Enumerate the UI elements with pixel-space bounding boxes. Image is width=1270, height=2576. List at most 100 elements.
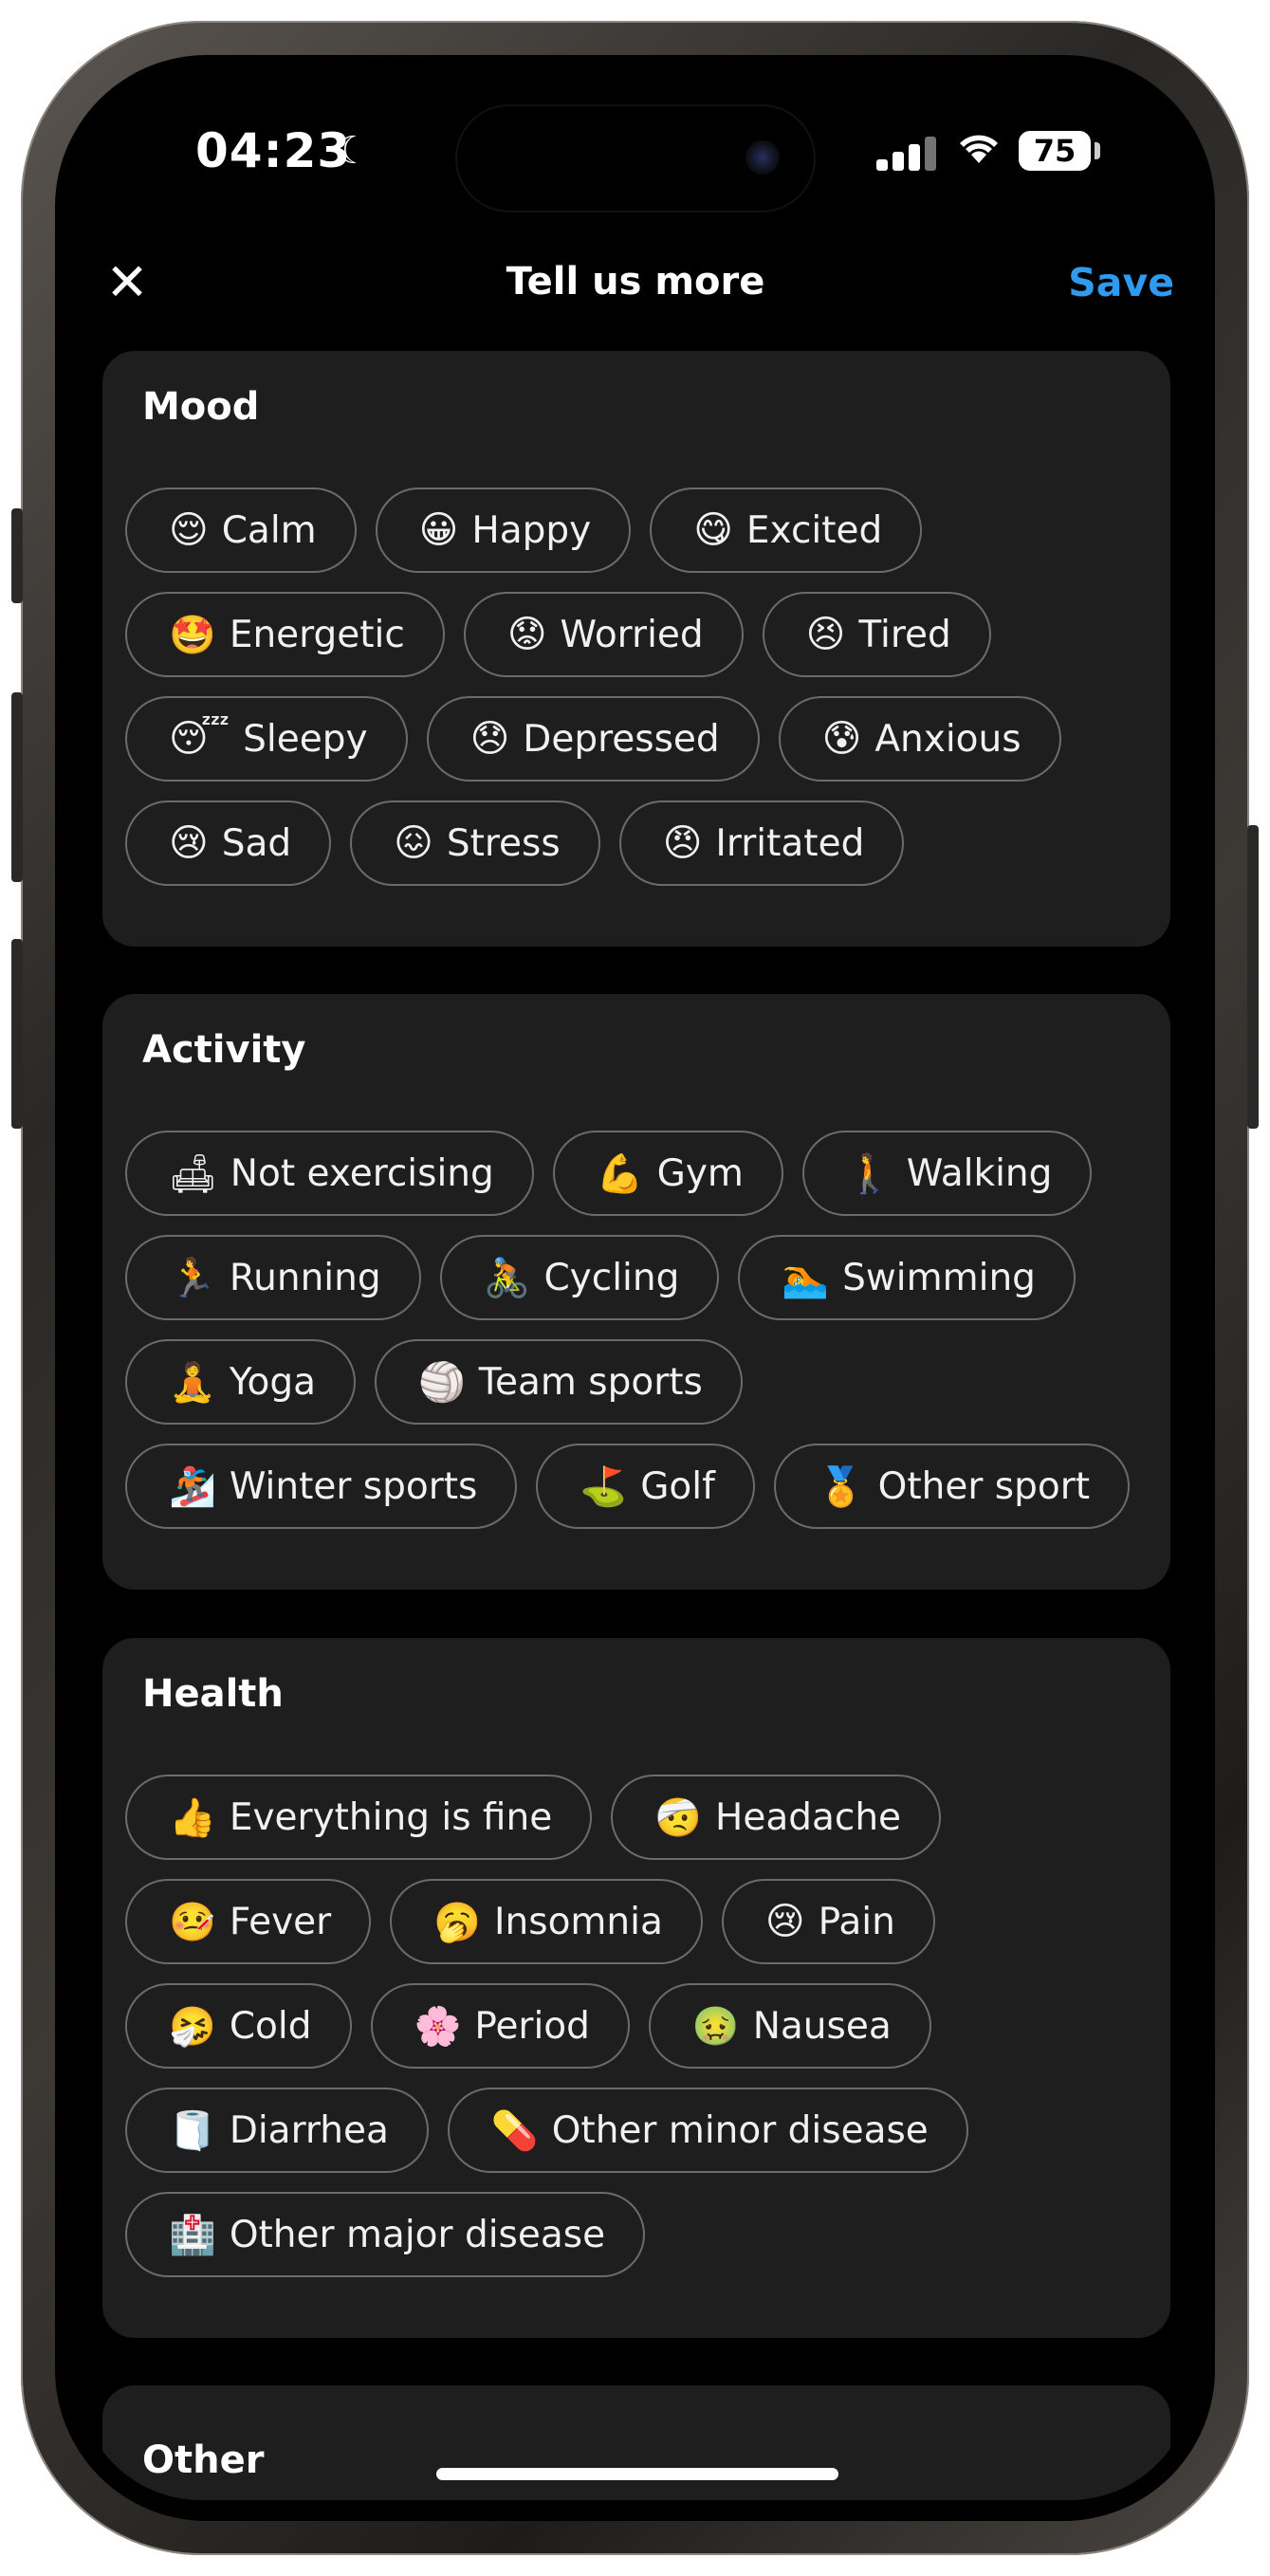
chip-winter-sports[interactable]: 🏂 Winter sports (125, 1444, 518, 1529)
emoji-icon: 🚴 (483, 1256, 531, 1300)
cellular-signal-icon (876, 137, 937, 171)
chip-label: Nausea (752, 2004, 892, 2048)
chip-golf[interactable]: ⛳ Golf (536, 1444, 755, 1529)
emoji-icon: 😣 (805, 613, 846, 656)
chip-other-sport[interactable]: 🏅 Other sport (773, 1444, 1131, 1529)
emoji-icon: 😰 (821, 717, 862, 761)
chip-depressed[interactable]: 😞 Depressed (426, 696, 760, 782)
chip-label: Other sport (877, 1464, 1091, 1508)
chip-everything-is-fine[interactable]: 👍 Everything is fine (125, 1775, 593, 1860)
chip-yoga[interactable]: 🧘 Yoga (125, 1339, 356, 1425)
emoji-icon: 😌 (169, 508, 209, 552)
chip-gym[interactable]: 💪 Gym (552, 1131, 783, 1216)
section-title-activity: Activity (142, 1028, 306, 1072)
battery-indicator: 75 (1019, 131, 1091, 171)
chip-label: Sleepy (243, 717, 368, 761)
chip-row: 🛋 Not exercising 💪 Gym 🚶 Walking (125, 1131, 1093, 1216)
chip-team-sports[interactable]: 🏐 Team sports (374, 1339, 743, 1425)
emoji-icon: 💪 (596, 1151, 644, 1196)
emoji-icon: 🧻 (169, 2108, 216, 2153)
emoji-icon: 😋 (693, 508, 733, 552)
chip-label: Calm (221, 508, 317, 552)
chip-label: Diarrhea (229, 2108, 389, 2152)
chip-row: 🤧 Cold 🌸 Period 🤢 Nausea (125, 1983, 931, 2069)
chip-stress[interactable]: 😖 Stress (350, 800, 600, 886)
emoji-icon: 🧘 (169, 1360, 216, 1405)
emoji-icon: 🤕 (654, 1795, 702, 1840)
save-button[interactable]: Save (1068, 260, 1174, 305)
chip-label: Fever (229, 1900, 332, 1943)
chip-pain[interactable]: 😢 Pain (721, 1879, 935, 1964)
emoji-icon: 💊 (490, 2108, 539, 2153)
chip-row: 😌 Calm 😀 Happy 😋 Excited (125, 488, 923, 573)
chip-label: Excited (745, 508, 883, 552)
chip-tired[interactable]: 😣 Tired (762, 592, 991, 677)
chip-excited[interactable]: 😋 Excited (650, 488, 923, 573)
mood-card: Mood 😌 Calm 😀 Happy 😋 Excited 🤩 Energetic 😟 Worr… (102, 351, 1170, 947)
chip-period[interactable]: 🌸 Period (370, 1983, 630, 2069)
chip-label: Winter sports (229, 1464, 478, 1508)
page-title: Tell us more (506, 260, 765, 304)
chip-label: Other minor disease (551, 2108, 929, 2152)
chip-label: Energetic (229, 613, 405, 656)
chip-happy[interactable]: 😀 Happy (375, 488, 632, 573)
chip-label: Stress (446, 821, 561, 865)
status-bar: 04:23 ☾ 75 (78, 76, 1193, 228)
chip-row: 🏂 Winter sports ⛳ Golf 🏅 Other sport (125, 1444, 1131, 1529)
emoji-icon: 😀 (418, 508, 459, 552)
chip-label: Sad (221, 821, 292, 865)
home-indicator[interactable] (436, 2468, 838, 2480)
volume-up-button (11, 692, 23, 882)
emoji-icon: 🏂 (169, 1464, 216, 1509)
chip-swimming[interactable]: 🏊 Swimming (738, 1235, 1076, 1320)
chip-row: 😢 Sad 😖 Stress 😠 Irritated (125, 800, 905, 886)
action-button (11, 508, 23, 603)
chip-fever[interactable]: 🤒 Fever (125, 1879, 372, 1964)
navigation-bar: ✕ Tell us more Save (78, 237, 1193, 332)
status-time: 04:23 (195, 123, 352, 178)
chip-walking[interactable]: 🚶 Walking (801, 1131, 1093, 1216)
emoji-icon: 😴 (169, 717, 230, 761)
emoji-icon: ⛳ (580, 1464, 628, 1509)
chip-row: 🏥 Other major disease (125, 2192, 646, 2277)
camera-icon (745, 140, 780, 175)
section-title-other: Other (142, 2438, 265, 2482)
chip-label: Not exercising (230, 1151, 494, 1195)
volume-down-button (11, 939, 23, 1129)
emoji-icon: 🤧 (169, 2004, 216, 2049)
chip-headache[interactable]: 🤕 Headache (611, 1775, 942, 1860)
emoji-icon: 👍 (169, 1795, 216, 1840)
chip-label: Running (229, 1256, 381, 1299)
emoji-icon: 🏃 (169, 1256, 216, 1300)
chip-other-major-disease[interactable]: 🏥 Other major disease (125, 2192, 646, 2277)
chip-energetic[interactable]: 🤩 Energetic (125, 592, 445, 677)
chip-row: 👍 Everything is fine 🤕 Headache (125, 1775, 942, 1860)
chip-label: Irritated (715, 821, 865, 865)
chip-label: Everything is fine (229, 1795, 553, 1839)
emoji-icon: 😖 (394, 821, 433, 865)
chip-label: Gym (656, 1151, 744, 1195)
chip-nausea[interactable]: 🤢 Nausea (648, 1983, 931, 2069)
screen: 04:23 ☾ 75 ✕ Tell us more Save Mood 😌 Cal… (78, 76, 1193, 2500)
chip-worried[interactable]: 😟 Worried (463, 592, 744, 677)
battery-tip-icon (1095, 142, 1100, 159)
chip-anxious[interactable]: 😰 Anxious (778, 696, 1061, 782)
chip-irritated[interactable]: 😠 Irritated (618, 800, 905, 886)
chip-diarrhea[interactable]: 🧻 Diarrhea (125, 2088, 429, 2173)
chip-cold[interactable]: 🤧 Cold (125, 1983, 352, 2069)
chip-sad[interactable]: 😢 Sad (125, 800, 332, 886)
chip-label: Headache (715, 1795, 902, 1839)
chip-other-minor-disease[interactable]: 💊 Other minor disease (447, 2088, 968, 2173)
chip-not-exercising[interactable]: 🛋 Not exercising (125, 1131, 534, 1216)
emoji-icon: 🤩 (169, 613, 216, 657)
chip-running[interactable]: 🏃 Running (125, 1235, 421, 1320)
emoji-icon: 🛋 (169, 1151, 217, 1196)
chip-label: Swimming (842, 1256, 1036, 1299)
chip-sleepy[interactable]: 😴 Sleepy (125, 696, 408, 782)
chip-cycling[interactable]: 🚴 Cycling (439, 1235, 720, 1320)
other-card: Other (102, 2385, 1170, 2500)
section-title-mood: Mood (142, 385, 260, 429)
chip-insomnia[interactable]: 🥱 Insomnia (390, 1879, 703, 1964)
chip-calm[interactable]: 😌 Calm (125, 488, 357, 573)
emoji-icon: 🚶 (845, 1151, 893, 1196)
